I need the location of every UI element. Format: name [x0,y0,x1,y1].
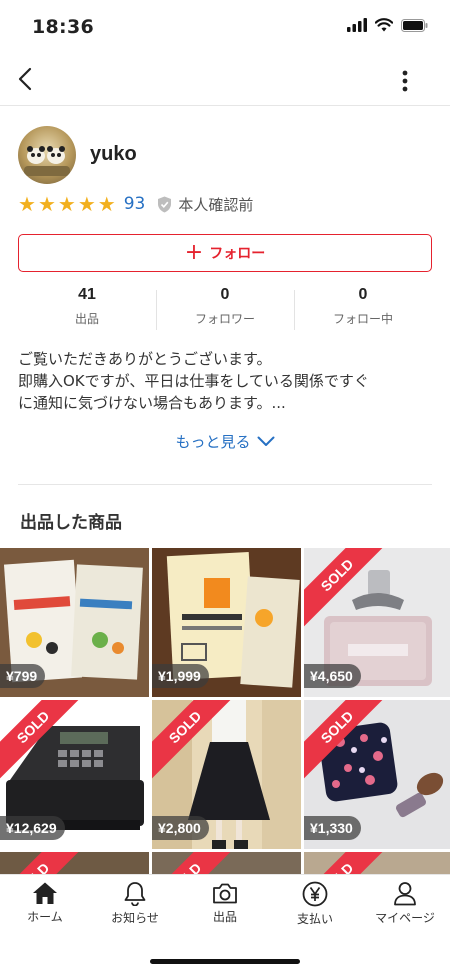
stat-following[interactable]: 0 フォロー中 [294,286,432,332]
verification-status: 本人確認前 [157,194,253,215]
stat-followers[interactable]: 0 フォロワー [156,286,294,332]
sold-ribbon: SOLD [304,852,393,876]
bio-line: ご覧いただきありがとうございます。 [18,350,272,368]
star-icon: ★ [57,192,76,216]
star-icon: ★ [97,192,116,216]
nav-bar [0,54,450,106]
home-indicator [150,959,300,964]
username: yuko [90,143,137,165]
price-tag: ¥2,800 [152,816,209,840]
back-button[interactable] [10,64,40,94]
tab-mypage[interactable]: マイページ [360,875,450,935]
bio-line: に通知に気づけない場合もあります。... [18,394,286,412]
tab-label: 出品 [212,910,237,924]
stats-row: 41 出品 0 フォロワー 0 フォロー中 [18,286,432,332]
chevron-left-icon [18,67,32,91]
stat-label: フォロー中 [332,312,393,326]
star-icon: ★ [18,192,36,216]
plus-icon: + [184,240,204,265]
price-tag: ¥4,650 [304,664,361,688]
signal-icon [347,18,367,32]
price-tag: ¥1,999 [152,664,209,688]
price-tag: ¥799 [0,664,46,688]
show-more-link[interactable]: もっと見る [18,431,432,452]
product-item[interactable]: SOLD [0,852,149,876]
status-icons [347,18,428,32]
rating-row[interactable]: ★ ★ ★ ★ ★ 93 本人確認前 [18,192,253,216]
product-item[interactable]: SOLD ¥2,800 [152,700,301,849]
stat-value: 41 [78,286,96,303]
more-vertical-icon [402,70,408,92]
tab-label: マイページ [375,911,435,925]
sold-ribbon: SOLD [152,852,241,876]
home-icon [33,882,57,904]
product-item[interactable]: ¥1,999 [152,548,301,697]
show-more-label: もっと見る [175,433,251,451]
star-icon: ★ [37,192,56,216]
stat-value: 0 [358,286,368,303]
rating-count[interactable]: 93 [124,194,146,214]
product-item[interactable]: SOLD ¥4,650 [304,548,450,697]
bio-line: 即購入OKですが、平日は仕事をしている関係ですぐ [18,372,369,390]
camera-icon [213,883,237,904]
tab-home[interactable]: ホーム [0,875,90,935]
person-icon [394,882,416,906]
section-title: 出品した商品 [20,513,122,533]
status-time: 18:36 [32,16,94,38]
price-tag: ¥12,629 [0,816,65,840]
tab-sell[interactable]: 出品 [180,875,270,935]
chevron-down-icon [257,436,274,446]
tab-label: 支払い [296,912,333,926]
stat-label: 出品 [74,312,99,326]
product-item[interactable]: SOLD ¥12,629 [0,700,149,849]
wifi-icon [375,18,393,32]
product-grid: ¥799 ¥1,999 SOLD ¥4,650 SOLD ¥12,629 SOL… [0,548,450,876]
star-icon: ★ [77,192,96,216]
yen-icon [302,881,328,907]
tab-notifications[interactable]: お知らせ [90,875,180,935]
product-item[interactable]: SOLD [304,852,450,876]
tab-payment[interactable]: 支払い [270,875,360,935]
bottom-tab-bar: ホーム お知らせ 出品 支払い マイページ [0,874,450,974]
battery-icon [401,18,428,32]
tab-label: ホーム [27,910,63,924]
follow-button[interactable]: + フォロー [18,234,432,272]
product-item[interactable]: ¥799 [0,548,149,697]
follow-label: フォロー [209,246,266,262]
more-options-button[interactable] [390,66,420,96]
avatar-image [24,146,70,176]
shield-check-icon [158,196,172,212]
product-item[interactable]: SOLD [152,852,301,876]
product-item[interactable]: SOLD ¥1,330 [304,700,450,849]
tab-label: お知らせ [111,911,159,925]
price-tag: ¥1,330 [304,816,361,840]
stat-listings[interactable]: 41 出品 [18,286,156,332]
sold-ribbon: SOLD [0,852,89,876]
stat-value: 0 [220,286,230,303]
bell-icon [124,882,146,906]
bio-text: ご覧いただきありがとうございます。 即購入OKですが、平日は仕事をしている関係で… [18,348,432,414]
section-divider [18,484,432,485]
status-bar: 18:36 [0,0,450,54]
stat-label: フォロワー [194,312,255,326]
verification-label: 本人確認前 [178,195,254,214]
avatar[interactable] [18,126,76,184]
